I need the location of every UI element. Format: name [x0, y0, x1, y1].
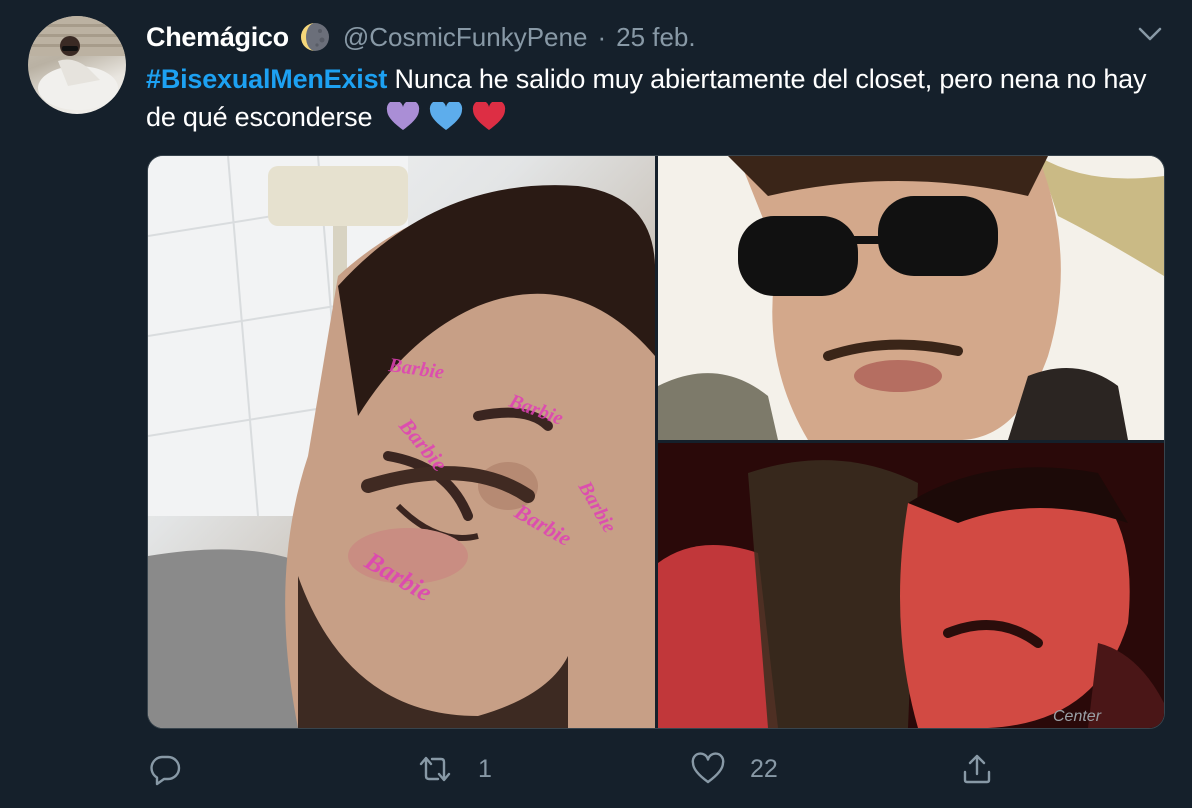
avatar[interactable]	[28, 16, 126, 114]
tweet-text: #BisexualMenExist Nunca he salido muy ab…	[146, 60, 1156, 142]
emoji-group	[386, 100, 509, 142]
tweet[interactable]: Chemágico @CosmicFunkyPene · 25 feb. #Bi…	[0, 0, 1192, 808]
share-icon	[963, 754, 991, 784]
like-button[interactable]: 22	[690, 750, 778, 788]
reply-icon	[150, 755, 181, 786]
retweet-button[interactable]: 1	[416, 750, 492, 788]
share-button[interactable]	[960, 750, 1018, 788]
hashtag-link[interactable]: #BisexualMenExist	[146, 64, 387, 94]
photo-3[interactable]: Center	[658, 443, 1164, 728]
action-bar: 1 22	[0, 740, 1192, 800]
photo-2[interactable]	[658, 156, 1164, 440]
tweet-date[interactable]: 25 feb.	[616, 22, 696, 53]
photo-1[interactable]: Barbie Barbie Barbie Barbie Barbie Barbi…	[148, 156, 655, 728]
purple-heart-icon	[386, 100, 419, 130]
display-name[interactable]: Chemágico	[146, 22, 289, 53]
reply-button[interactable]	[148, 750, 206, 788]
like-count: 22	[750, 754, 778, 783]
chevron-down-icon[interactable]	[1136, 24, 1164, 44]
tweet-header: Chemágico @CosmicFunkyPene · 25 feb.	[146, 20, 696, 54]
heart-icon	[691, 752, 725, 784]
retweet-icon	[419, 756, 451, 782]
media-grid: Barbie Barbie Barbie Barbie Barbie Barbi…	[147, 155, 1165, 729]
moon-icon	[299, 21, 331, 53]
sign-text: Center	[1053, 708, 1102, 725]
retweet-count: 1	[478, 754, 492, 783]
blue-heart-icon	[429, 100, 463, 130]
separator: ·	[597, 21, 607, 52]
user-handle[interactable]: @CosmicFunkyPene	[343, 22, 588, 53]
red-heart-icon	[473, 100, 506, 130]
